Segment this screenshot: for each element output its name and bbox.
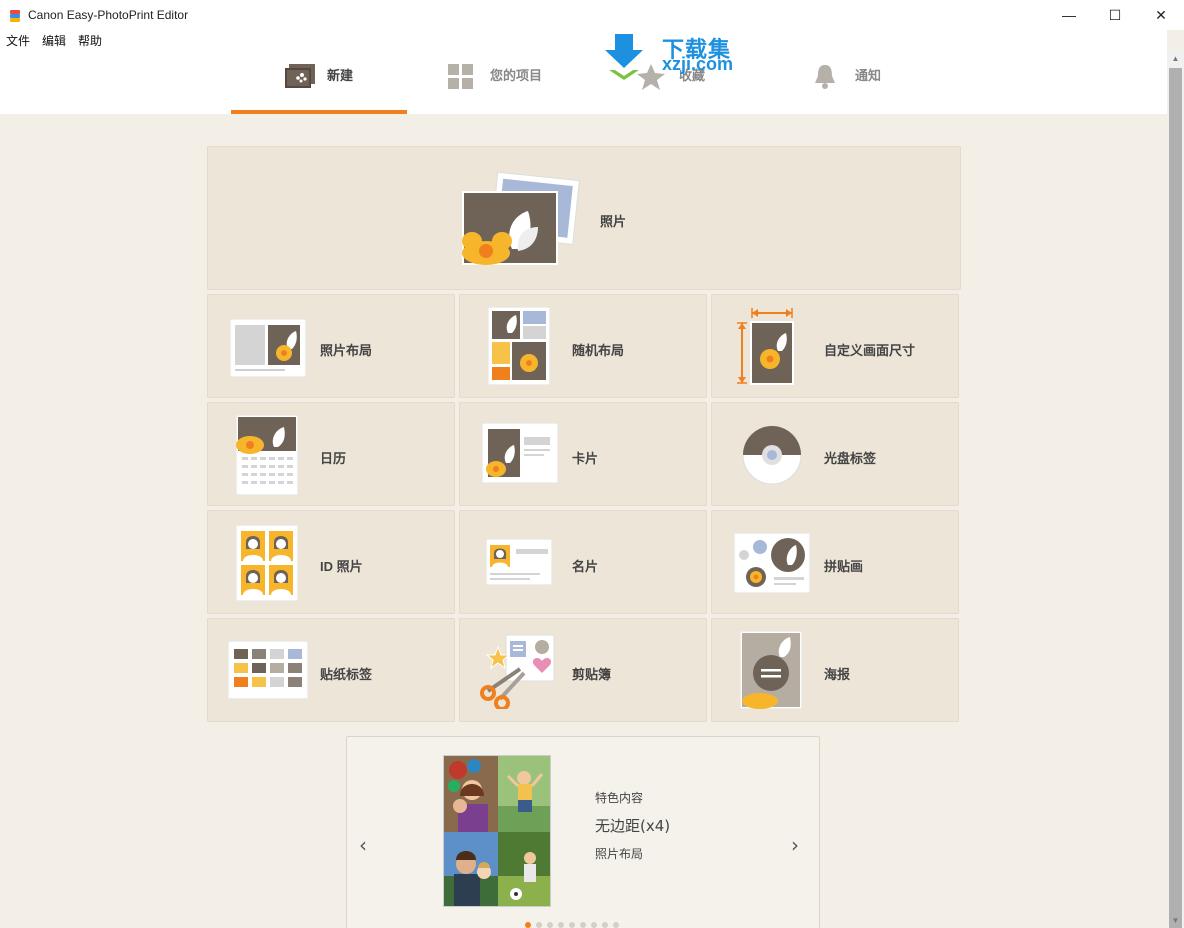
carousel-dot[interactable] [525, 922, 531, 928]
tab-underline [583, 110, 759, 114]
tab-underline [759, 110, 935, 114]
watermark-logo: 下载集 xzji.com [603, 34, 743, 80]
card-disc-label-label: 光盘标签 [824, 451, 877, 466]
card-photo[interactable]: 照片 [207, 146, 961, 290]
carousel-dot[interactable] [558, 922, 564, 928]
featured-carousel: ‹ 特色内容 无边距(x4) 照片布局 › [346, 736, 820, 928]
card-photo-layout[interactable]: 照片布局 [207, 294, 455, 398]
app-logo-icon [8, 8, 22, 22]
card-sticker[interactable]: 贴纸标签 [207, 618, 455, 722]
card-id-photo[interactable]: ID 照片 [207, 510, 455, 614]
menu-help[interactable]: 帮助 [72, 32, 108, 49]
id-photo-icon [235, 524, 299, 606]
scroll-thumb[interactable] [1169, 68, 1182, 928]
window-title: Canon Easy-PhotoPrint Editor [28, 8, 189, 22]
custom-size-icon [734, 307, 796, 392]
vertical-scrollbar[interactable]: ▲ ▼ [1167, 50, 1184, 928]
bell-icon [813, 64, 841, 89]
calendar-icon [235, 414, 299, 500]
card-id-photo-label: ID 照片 [320, 559, 363, 574]
carousel-dot[interactable] [602, 922, 608, 928]
featured-title: 无边距(x4) [595, 817, 671, 835]
tab-notifications-label: 通知 [854, 68, 881, 83]
card-photo-label: 照片 [600, 214, 627, 229]
new-icon [284, 64, 315, 88]
carousel-next-button[interactable]: › [791, 833, 799, 857]
card-calendar-label: 日历 [320, 451, 347, 466]
carousel-dot[interactable] [547, 922, 553, 928]
menu-edit[interactable]: 编辑 [36, 32, 72, 49]
maximize-button[interactable]: ☐ [1092, 0, 1138, 30]
carousel-pagination [525, 922, 619, 928]
close-button[interactable]: ✕ [1138, 0, 1184, 30]
carousel-dot[interactable] [580, 922, 586, 928]
carousel-prev-button[interactable]: ‹ [359, 833, 367, 857]
tab-your-projects[interactable]: 您的项目 [407, 50, 583, 114]
photo-layout-icon [229, 318, 307, 382]
card-collage-label: 拼贴画 [824, 559, 864, 574]
scroll-up-arrow-icon[interactable]: ▲ [1167, 52, 1184, 66]
card-business-card[interactable]: 名片 [459, 510, 707, 614]
business-card-icon [485, 538, 553, 590]
disc-label-icon [742, 425, 802, 490]
minimize-button[interactable]: — [1046, 0, 1092, 30]
scroll-down-arrow-icon[interactable]: ▼ [1167, 914, 1184, 928]
grid-icon [447, 64, 476, 89]
card-scrapbook-label: 剪贴簿 [572, 667, 612, 682]
random-layout-icon [487, 306, 551, 390]
card-disc-label[interactable]: 光盘标签 [711, 402, 959, 506]
photo-icon [462, 171, 582, 272]
featured-category: 照片布局 [595, 847, 644, 861]
carousel-dot[interactable] [613, 922, 619, 928]
carousel-dot[interactable] [569, 922, 575, 928]
card-custom-size-label: 自定义画面尺寸 [824, 343, 916, 358]
menu-file[interactable]: 文件 [0, 32, 36, 49]
tab-your-projects-label: 您的项目 [489, 68, 542, 83]
card-card-label: 卡片 [572, 451, 599, 466]
featured-kicker: 特色内容 [595, 791, 644, 805]
card-random-layout[interactable]: 随机布局 [459, 294, 707, 398]
carousel-dot[interactable] [536, 922, 542, 928]
tab-underline [407, 110, 583, 114]
watermark-url: xzji.com [662, 54, 734, 74]
collage-icon [733, 532, 811, 598]
card-card[interactable]: 卡片 [459, 402, 707, 506]
card-business-card-label: 名片 [572, 559, 599, 574]
card-icon [481, 422, 559, 488]
card-random-layout-label: 随机布局 [572, 343, 625, 358]
tab-active-indicator [231, 110, 407, 114]
card-poster-label: 海报 [824, 667, 851, 682]
tab-new-label: 新建 [326, 68, 353, 83]
card-photo-layout-label: 照片布局 [320, 343, 373, 358]
carousel-dot[interactable] [591, 922, 597, 928]
featured-thumbnail[interactable] [443, 755, 551, 907]
header-tabs: 新建 您的项目 收藏 通知 [0, 30, 1167, 114]
card-collage[interactable]: 拼贴画 [711, 510, 959, 614]
tab-new[interactable]: 新建 [231, 50, 407, 114]
card-custom-size[interactable]: 自定义画面尺寸 [711, 294, 959, 398]
card-poster[interactable]: 海报 [711, 618, 959, 722]
card-scrapbook[interactable]: 剪贴簿 [459, 618, 707, 722]
title-bar: Canon Easy-PhotoPrint Editor — ☐ ✕ [0, 0, 1184, 30]
card-calendar[interactable]: 日历 [207, 402, 455, 506]
tab-notifications[interactable]: 通知 [759, 50, 935, 114]
scrapbook-icon [480, 633, 558, 714]
menu-bar: 文件 编辑 帮助 [0, 30, 108, 50]
poster-icon [739, 630, 803, 714]
card-sticker-label: 贴纸标签 [320, 667, 373, 682]
sticker-icon [227, 640, 309, 704]
